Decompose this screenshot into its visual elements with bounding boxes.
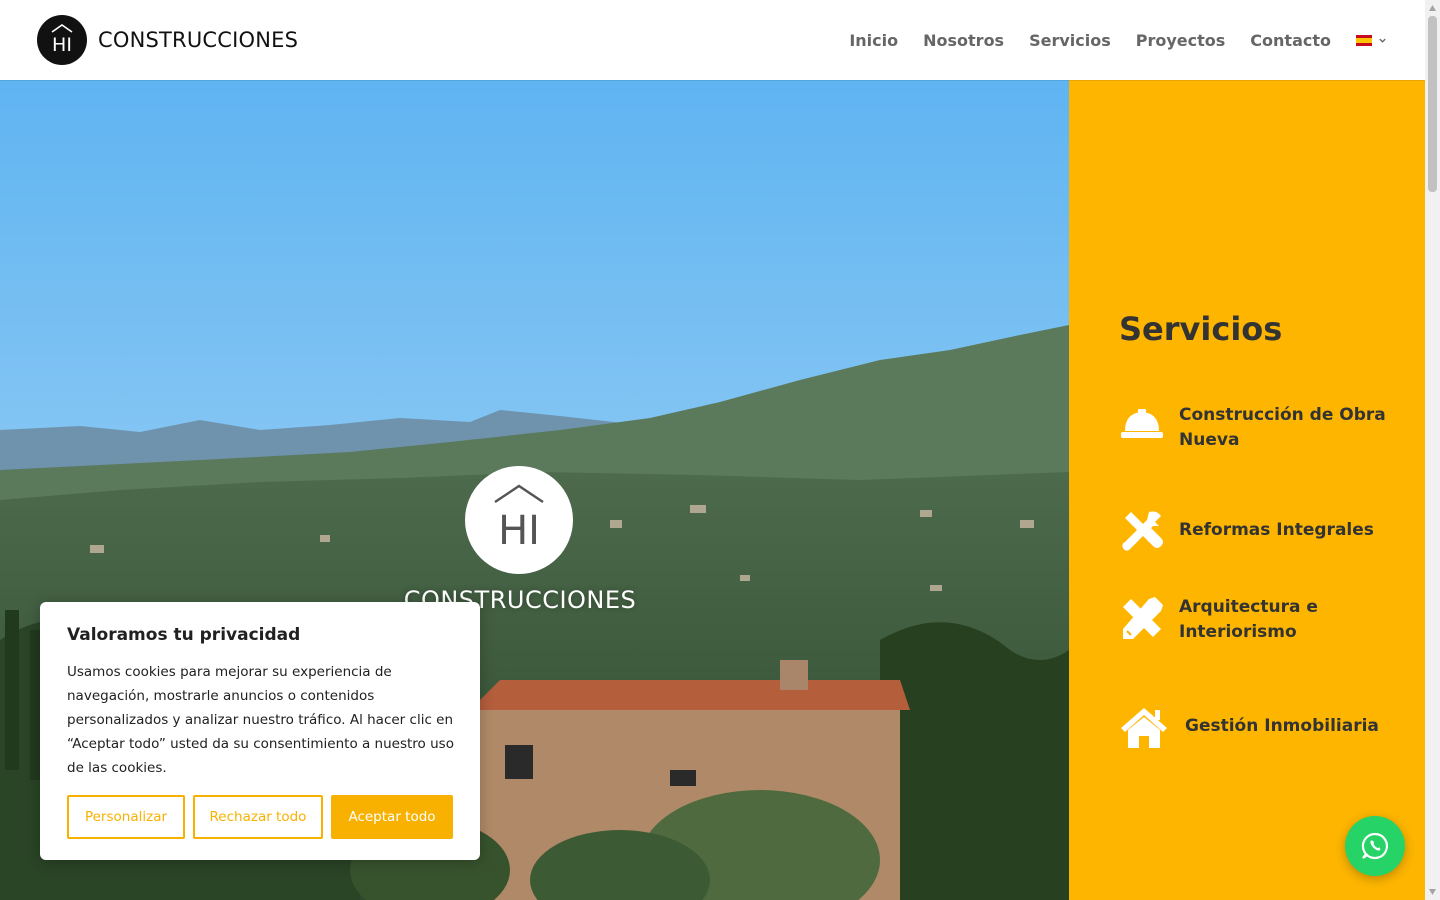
hero-logo-mark-icon: HI: [465, 466, 573, 574]
tools-icon: [1122, 511, 1163, 551]
main-nav: Inicio Nosotros Servicios Proyectos Cont…: [824, 0, 1387, 80]
whatsapp-button[interactable]: [1345, 816, 1405, 876]
scroll-down-icon[interactable]: [1428, 888, 1437, 896]
nav-nosotros[interactable]: Nosotros: [923, 31, 1004, 50]
logo-monogram: HI: [52, 34, 72, 56]
service-obra-nueva[interactable]: Construcción de Obra Nueva: [1119, 403, 1389, 453]
cookie-consent-banner: Valoramos tu privacidad Usamos cookies p…: [40, 602, 480, 860]
chevron-down-icon: [1379, 38, 1386, 43]
services-panel: Servicios Construcción de Obra Nueva Ref…: [1069, 80, 1425, 900]
spain-flag-icon: [1356, 34, 1372, 46]
scroll-up-icon[interactable]: [1428, 4, 1437, 12]
service-label: Construcción de Obra Nueva: [1179, 405, 1386, 450]
service-arquitectura[interactable]: Arquitectura e Interiorismo: [1119, 595, 1389, 645]
home-icon: [1121, 708, 1167, 748]
cookie-text: Usamos cookies para mejorar su experienc…: [67, 664, 454, 776]
customize-button[interactable]: Personalizar: [67, 795, 185, 839]
nav-servicios[interactable]: Servicios: [1029, 31, 1111, 50]
services-title: Servicios: [1119, 310, 1283, 348]
nav-contacto[interactable]: Contacto: [1250, 31, 1331, 50]
page-scrollbar[interactable]: [1425, 0, 1440, 900]
hero-logo-monogram: HI: [498, 508, 540, 554]
service-reformas[interactable]: Reformas Integrales: [1119, 508, 1389, 554]
service-label: Gestión Inmobiliaria: [1185, 716, 1379, 736]
reject-all-button[interactable]: Rechazar todo: [193, 795, 323, 839]
service-label: Arquitectura e Interiorismo: [1179, 597, 1318, 642]
logo-mark-icon: HI: [37, 15, 87, 65]
site-logo[interactable]: HI CONSTRUCCIONES: [37, 15, 298, 65]
nav-inicio[interactable]: Inicio: [849, 31, 898, 50]
whatsapp-icon: [1361, 832, 1389, 860]
logo-text: CONSTRUCCIONES: [98, 28, 299, 52]
site-header: HI CONSTRUCCIONES Inicio Nosotros Servic…: [0, 0, 1425, 80]
service-gestion[interactable]: Gestión Inmobiliaria: [1119, 704, 1395, 750]
scroll-thumb[interactable]: [1428, 16, 1437, 192]
nav-proyectos[interactable]: Proyectos: [1136, 31, 1226, 50]
accept-all-button[interactable]: Aceptar todo: [331, 795, 453, 839]
pencil-ruler-icon: [1123, 597, 1163, 639]
language-switcher[interactable]: [1356, 34, 1387, 46]
hard-hat-icon: [1121, 409, 1163, 438]
cookie-title: Valoramos tu privacidad: [67, 625, 301, 645]
service-label: Reformas Integrales: [1179, 520, 1374, 540]
